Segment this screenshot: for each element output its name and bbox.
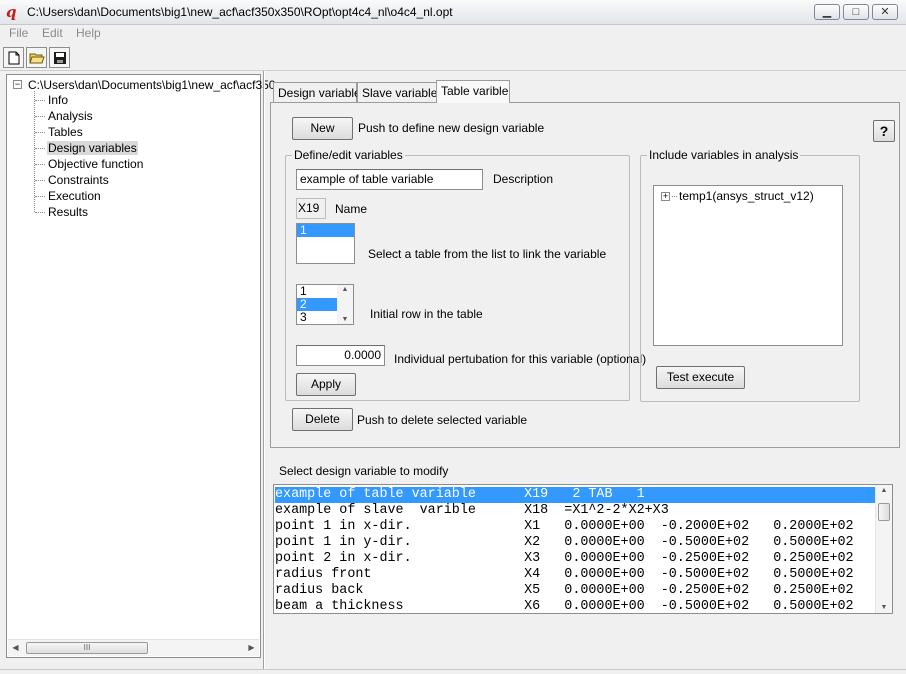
apply-button[interactable]: Apply xyxy=(296,373,356,396)
tree-connector xyxy=(672,196,677,197)
scroll-left-icon[interactable]: ◀ xyxy=(8,640,23,655)
new-hint: Push to define new design variable xyxy=(358,121,545,135)
tree-item-info[interactable]: Info xyxy=(47,93,69,107)
define-variables-group: Define/edit variables example of table v… xyxy=(285,148,646,401)
tree-item-design-variables[interactable]: Design variables xyxy=(47,141,138,155)
tree-item-constraints[interactable]: Constraints xyxy=(47,173,110,187)
vertical-scrollbar[interactable]: ▲ ▼ xyxy=(875,485,892,613)
tab-design-variable[interactable]: Design variable xyxy=(273,82,361,102)
tree-connector xyxy=(35,180,45,181)
row-scrollbar[interactable]: ▲ ▼ xyxy=(337,285,353,324)
variable-listbox[interactable]: example of table variable X19 2 TAB 1 ex… xyxy=(273,484,893,614)
include-group-title: Include variables in analysis xyxy=(647,148,801,162)
define-group-title: Define/edit variables xyxy=(292,148,405,162)
variable-row[interactable]: point 1 in y-dir. X2 0.0000E+00 -0.5000E… xyxy=(275,535,875,551)
status-bar xyxy=(0,669,906,674)
title-bar: q C:\Users\dan\Documents\big1\new_acf\ac… xyxy=(0,0,906,25)
maximize-button[interactable]: □ xyxy=(843,4,869,20)
include-tree[interactable]: + temp1(ansys_struct_v12) xyxy=(653,185,843,346)
variable-row[interactable]: radius front X4 0.0000E+00 -0.5000E+02 0… xyxy=(275,567,875,583)
tree-item-objective-function[interactable]: Objective function xyxy=(47,157,144,171)
row-listbox[interactable]: 1 2 3 ▲ ▼ xyxy=(296,284,354,325)
scroll-right-icon[interactable]: ▶ xyxy=(244,640,259,655)
window-title: C:\Users\dan\Documents\big1\new_acf\acf3… xyxy=(27,5,453,19)
tree-connector xyxy=(35,148,45,149)
menu-bar: File Edit Help xyxy=(0,25,906,43)
list-item[interactable]: 1 xyxy=(297,224,354,237)
scroll-down-icon[interactable]: ▼ xyxy=(876,604,892,611)
variable-row[interactable]: radius back X5 0.0000E+00 -0.2500E+02 0.… xyxy=(275,583,875,599)
new-button[interactable]: New xyxy=(292,117,353,140)
delete-button[interactable]: Delete xyxy=(292,408,353,431)
menu-help[interactable]: Help xyxy=(76,26,101,40)
include-variables-group: Include variables in analysis + temp1(an… xyxy=(640,148,860,402)
new-file-icon xyxy=(8,51,19,64)
open-file-button[interactable] xyxy=(26,47,47,68)
variable-list-label: Select design variable to modify xyxy=(279,464,449,478)
variable-row[interactable]: example of table variable X19 2 TAB 1 xyxy=(275,487,875,503)
toolbar xyxy=(0,43,906,71)
name-value: X19 xyxy=(296,198,326,219)
scrollbar-thumb[interactable] xyxy=(878,503,890,521)
expand-toggle-icon[interactable]: + xyxy=(661,192,670,201)
menu-edit[interactable]: Edit xyxy=(42,26,63,40)
menu-file[interactable]: File xyxy=(9,26,28,40)
tree-connector xyxy=(35,116,45,117)
save-icon xyxy=(53,51,66,64)
scroll-up-icon[interactable]: ▲ xyxy=(876,487,892,494)
tab-table-variable[interactable]: Table varible xyxy=(436,80,510,103)
open-folder-icon xyxy=(28,53,45,63)
tree-connector xyxy=(35,132,45,133)
app-icon: q xyxy=(6,3,17,21)
test-execute-button[interactable]: Test execute xyxy=(656,366,745,389)
tree-connector xyxy=(35,196,45,197)
help-button[interactable]: ? xyxy=(873,120,895,142)
new-file-button[interactable] xyxy=(3,47,24,68)
tree-item-analysis[interactable]: Analysis xyxy=(47,109,94,123)
tree-item-execution[interactable]: Execution xyxy=(47,189,102,203)
table-hint: Select a table from the list to link the… xyxy=(368,247,607,261)
variable-row[interactable]: beam a thickness X6 0.0000E+00 -0.5000E+… xyxy=(275,599,875,613)
list-item[interactable]: 3 xyxy=(297,311,337,324)
description-input[interactable]: example of table variable xyxy=(296,169,483,190)
minimize-button[interactable]: ▁ xyxy=(814,4,840,20)
perturbation-label: Individual pertubation for this variable… xyxy=(394,352,647,366)
delete-hint: Push to delete selected variable xyxy=(357,413,528,427)
tree-line xyxy=(34,91,35,212)
variable-row[interactable]: example of slave varible X18 =X1^2-2*X2+… xyxy=(275,503,875,519)
scrollbar-thumb[interactable]: III xyxy=(26,642,148,654)
tab-page: New Push to define new design variable ?… xyxy=(270,102,900,448)
tree-connector xyxy=(35,164,45,165)
name-label: Name xyxy=(335,202,368,216)
row-hint: Initial row in the table xyxy=(370,307,483,321)
tree-root[interactable]: C:\Users\dan\Documents\big1\new_acf\acf3… xyxy=(27,78,276,92)
close-button[interactable]: ✕ xyxy=(872,4,898,20)
spin-down-icon[interactable]: ▼ xyxy=(337,316,353,323)
tab-slave-variable[interactable]: Slave variable xyxy=(357,82,437,102)
variable-row[interactable]: point 2 in x-dir. X3 0.0000E+00 -0.2500E… xyxy=(275,551,875,567)
variable-row[interactable]: point 1 in x-dir. X1 0.0000E+00 -0.2000E… xyxy=(275,519,875,535)
tree-item-results[interactable]: Results xyxy=(47,205,89,219)
tree-item-tables[interactable]: Tables xyxy=(47,125,84,139)
tree-connector xyxy=(35,100,45,101)
table-listbox[interactable]: 1 xyxy=(296,223,355,264)
horizontal-scrollbar[interactable]: ◀ III ▶ xyxy=(8,639,259,656)
include-item[interactable]: temp1(ansys_struct_v12) xyxy=(679,189,814,203)
description-label: Description xyxy=(493,172,554,186)
panel-splitter[interactable] xyxy=(263,71,265,671)
perturbation-input[interactable]: 0.0000 xyxy=(296,345,385,366)
collapse-toggle-icon[interactable]: − xyxy=(13,80,22,89)
tree-panel: − C:\Users\dan\Documents\big1\new_acf\ac… xyxy=(6,74,275,658)
tree-connector xyxy=(35,212,45,213)
spin-up-icon[interactable]: ▲ xyxy=(337,286,353,293)
save-file-button[interactable] xyxy=(49,47,70,68)
